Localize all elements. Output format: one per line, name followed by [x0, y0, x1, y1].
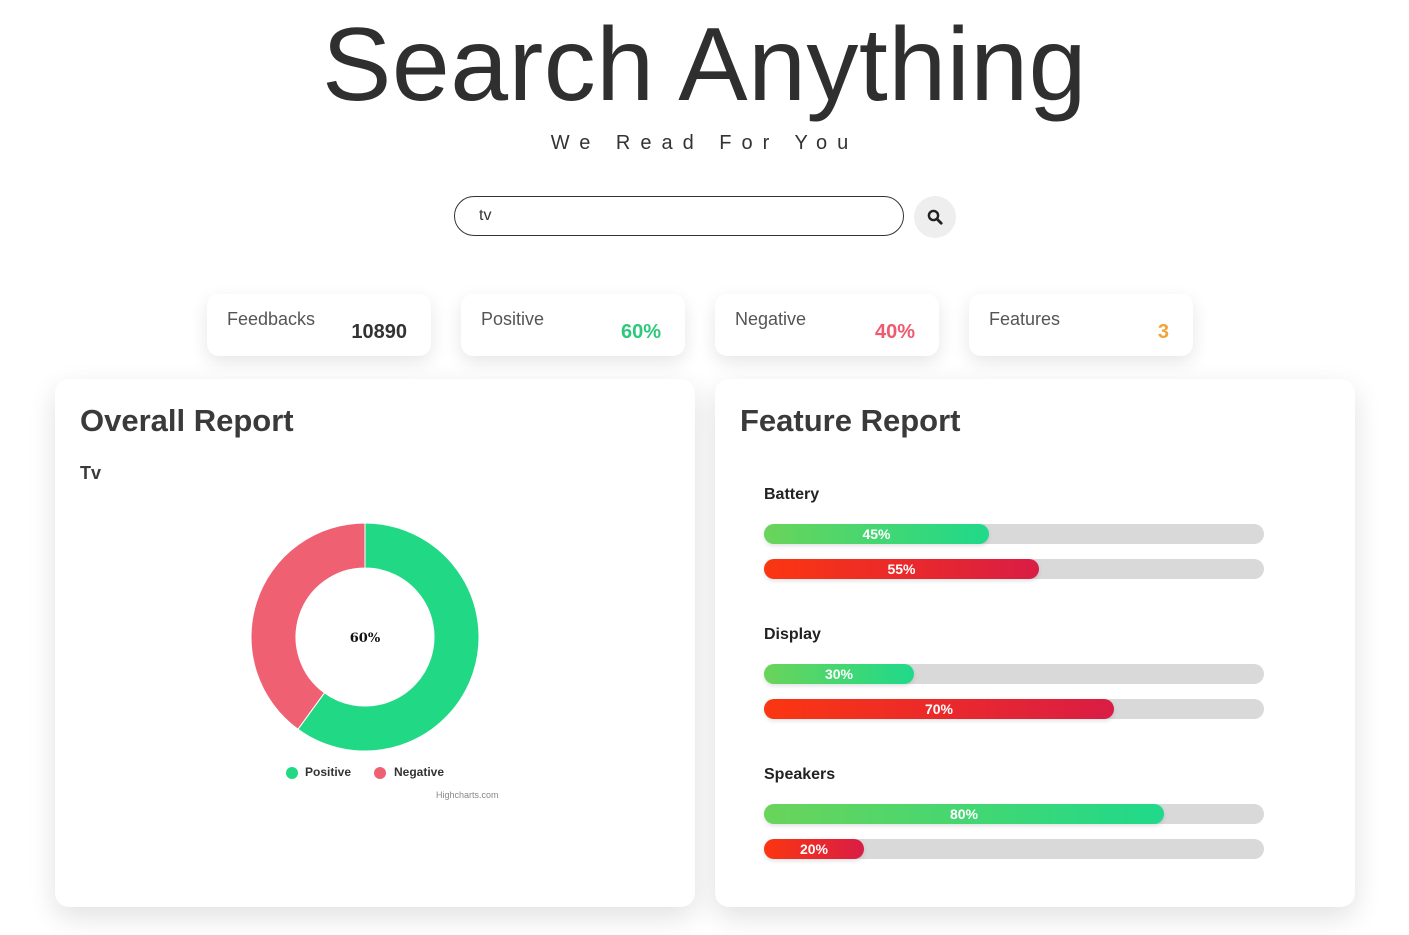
page: Search Anything We Read For You Feedback…	[0, 0, 1409, 935]
stat-label: Negative	[735, 309, 807, 329]
stat-card-features: Features 3	[969, 294, 1193, 356]
positive-progress-battery: 45%	[764, 524, 1264, 544]
positive-progress-speakers: 80%	[764, 804, 1264, 824]
feature-name-battery: Battery	[764, 486, 820, 503]
page-subtitle: We Read For You	[550, 132, 859, 154]
search-button[interactable]	[914, 196, 956, 238]
negative-bar-display: 70%	[764, 699, 1114, 719]
feature-report-panel: Feature Report Battery 45% 55% Display 3…	[715, 379, 1355, 907]
feature-name-display: Display	[764, 626, 821, 643]
stat-value: 3	[1157, 321, 1169, 343]
legend-item-negative[interactable]: Negative	[394, 765, 444, 779]
legend-marker-positive	[286, 767, 298, 779]
negative-progress-speakers: 20%	[764, 839, 1264, 859]
stat-label: Feedbacks	[227, 309, 316, 329]
positive-bar-display: 30%	[764, 664, 914, 684]
feature-name-speakers: Speakers	[764, 766, 836, 783]
search-input[interactable]	[454, 196, 904, 236]
legend-item-positive[interactable]: Positive	[305, 765, 351, 779]
positive-bar-speakers: 80%	[764, 804, 1164, 824]
donut-chart: 60%	[250, 522, 480, 752]
positive-bar-battery: 45%	[764, 524, 989, 544]
stat-label: Positive	[481, 309, 545, 329]
donut-center-label: 60%	[350, 631, 381, 646]
negative-bar-speakers: 20%	[764, 839, 864, 859]
overall-report-panel: Overall Report Tv 60% Positive Negative …	[55, 379, 695, 907]
feature-report-title: Feature Report	[740, 403, 961, 438]
negative-progress-battery: 55%	[764, 559, 1264, 579]
positive-progress-display: 30%	[764, 664, 1264, 684]
donut-slice-negative[interactable]	[250, 522, 366, 730]
stat-card-negative: Negative 40%	[715, 294, 939, 356]
search-icon	[927, 209, 943, 225]
stat-card-feedbacks: Feedbacks 10890	[207, 294, 431, 356]
negative-bar-battery: 55%	[764, 559, 1039, 579]
search-bar	[454, 196, 958, 238]
negative-progress-display: 70%	[764, 699, 1264, 719]
chart-credits[interactable]: Highcharts.com	[436, 790, 499, 800]
stat-value: 60%	[620, 321, 661, 343]
page-title: Search Anything	[322, 7, 1087, 123]
stat-label: Features	[989, 309, 1061, 329]
stat-value: 10890	[351, 321, 407, 343]
legend-marker-negative	[374, 767, 386, 779]
stat-card-positive: Positive 60%	[461, 294, 685, 356]
stat-value: 40%	[874, 321, 915, 343]
